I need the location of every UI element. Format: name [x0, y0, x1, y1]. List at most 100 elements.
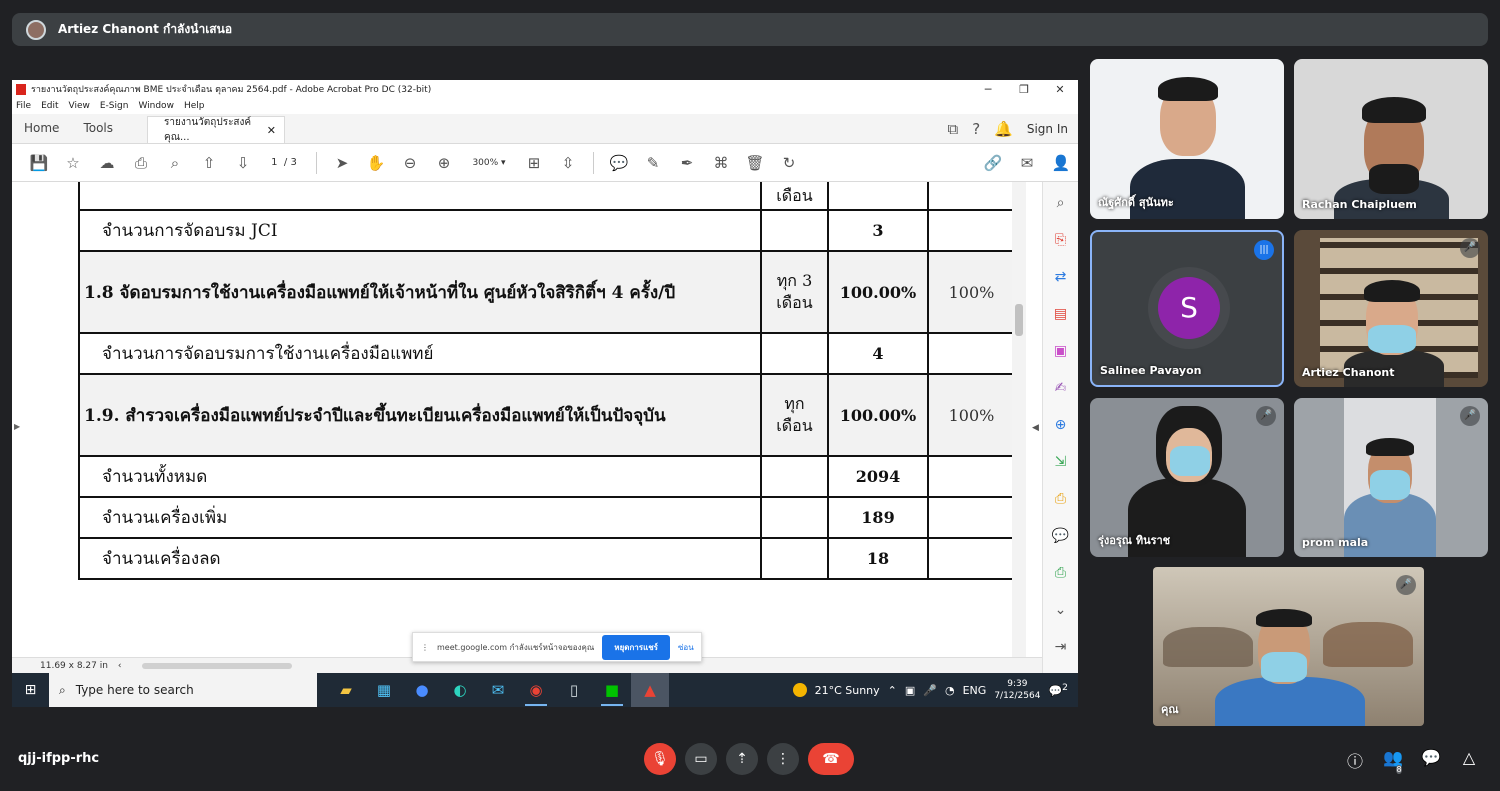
highlight-icon[interactable]: ✎ [636, 154, 670, 172]
horizontal-scrollbar[interactable] [141, 662, 292, 669]
comment-tool-icon[interactable]: 💬 [1050, 523, 1072, 550]
share-user-icon[interactable]: 👤 [1044, 154, 1078, 172]
chrome-icon[interactable]: ◉ [517, 673, 555, 707]
participant-tile[interactable]: 🎤 รุ่งอรุณ ทินราช [1090, 398, 1284, 557]
close-icon[interactable]: ✕ [1042, 83, 1078, 96]
sign-in-button[interactable]: Sign In [1027, 122, 1068, 136]
restore-icon[interactable]: ❐ [1006, 83, 1042, 96]
minimize-icon[interactable]: ─ [970, 83, 1006, 96]
document-view[interactable]: ▶ เดือน จำนวนการจัดอบรม JCI 3 1.8 จัดอบร… [12, 182, 1042, 657]
page-down-icon[interactable]: ⇩ [226, 154, 260, 172]
close-tab-icon[interactable]: ✕ [267, 124, 276, 137]
organize-pages-icon[interactable]: ▤ [1050, 301, 1072, 328]
compress-icon[interactable]: ⇲ [1050, 449, 1072, 476]
taskbar-search[interactable]: ⌕ Type here to search [49, 673, 317, 707]
more-tools-icon[interactable]: ⌄ [1050, 597, 1072, 624]
menu-file[interactable]: File [16, 101, 31, 111]
edit-pdf-icon[interactable]: ▣ [1050, 338, 1072, 365]
meeting-code[interactable]: qjj-ifpp-rhc [18, 751, 99, 766]
fill-sign-icon[interactable]: ✍ [1050, 375, 1072, 402]
meet-tray-icon[interactable]: ▣ [905, 684, 915, 697]
vertical-scrollbar[interactable] [1012, 182, 1026, 657]
hand-tool-icon[interactable]: ✋ [359, 154, 393, 172]
left-panel-arrow-icon[interactable]: ▶ [14, 422, 20, 431]
star-icon[interactable]: ☆ [56, 154, 90, 172]
people-icon[interactable]: 👥8 [1382, 748, 1404, 787]
participant-tile[interactable]: ณัฐศักดิ์ สุนันทะ [1090, 59, 1284, 219]
mail-icon[interactable]: ✉ [479, 673, 517, 707]
print-production-icon[interactable]: ⎙ [1050, 560, 1072, 587]
tab-document[interactable]: รายงานวัตถุประสงค์คุณ... ✕ [147, 116, 285, 143]
zoom-app-icon[interactable]: ● [403, 673, 441, 707]
draw-icon[interactable]: ✒ [670, 154, 704, 172]
participant-tile[interactable]: Rachan Chaipluem [1294, 59, 1488, 219]
line-app-icon[interactable]: ■ [593, 673, 631, 707]
microphone-icon[interactable]: 🎤 [923, 684, 937, 697]
zoom-out-icon[interactable]: ⊖ [393, 154, 427, 172]
print-icon[interactable]: ⎙ [124, 154, 158, 172]
hide-button[interactable]: ซ่อน [678, 641, 694, 654]
more-options-button[interactable]: ⋮ [767, 743, 799, 775]
chat-icon[interactable]: 💬 [1420, 748, 1442, 787]
page-indicator[interactable]: 1 / 3 [260, 157, 308, 168]
self-view-tile[interactable]: 🎤 คุณ [1153, 567, 1424, 726]
participant-tile[interactable]: 🎤 Artiez Chanont [1294, 230, 1488, 387]
collapse-panel-icon[interactable]: ◀ [1032, 423, 1039, 433]
end-call-button[interactable]: ☎ [808, 743, 854, 775]
help-icon[interactable]: ? [972, 120, 980, 138]
weather-text[interactable]: 21°C Sunny [815, 684, 880, 697]
share-screen-icon[interactable]: ⧉ [947, 120, 958, 138]
camera-button[interactable]: ▭ [685, 743, 717, 775]
email-icon[interactable]: ✉ [1010, 154, 1044, 172]
menu-edit[interactable]: Edit [41, 101, 58, 111]
participant-tile[interactable]: S ||| Salinee Pavayon [1090, 230, 1284, 387]
meeting-info-icon[interactable]: ⓘ [1344, 748, 1366, 787]
link-icon[interactable]: 🔗 [976, 154, 1010, 172]
scroll-mode-icon[interactable]: ⇳ [551, 154, 585, 172]
expand-pane-icon[interactable]: ⇥ [1050, 634, 1072, 661]
scan-icon[interactable]: ⎙ [1050, 486, 1072, 513]
save-icon[interactable]: 💾 [22, 154, 56, 172]
combine-files-icon[interactable]: ⊕ [1050, 412, 1072, 439]
present-screen-button[interactable]: ⇡ [726, 743, 758, 775]
language-indicator[interactable]: ENG [963, 684, 987, 697]
rotate-icon[interactable]: ↻ [772, 154, 806, 172]
tab-tools[interactable]: Tools [83, 121, 127, 143]
bell-icon[interactable]: 🔔 [994, 120, 1013, 138]
file-explorer-icon[interactable]: ▰ [327, 673, 365, 707]
scrollbar-thumb[interactable] [1015, 304, 1023, 336]
phone-icon[interactable]: ▯ [555, 673, 593, 707]
menu-help[interactable]: Help [184, 101, 205, 111]
activities-icon[interactable]: △ [1458, 748, 1480, 787]
edge-icon[interactable]: ◐ [441, 673, 479, 707]
chevron-up-icon[interactable]: ⌃ [888, 684, 897, 697]
page-up-icon[interactable]: ⇧ [192, 154, 226, 172]
export-pdf-icon[interactable]: ⇄ [1050, 264, 1072, 291]
zoom-in-icon[interactable]: ⊕ [427, 154, 461, 172]
cloud-upload-icon[interactable]: ☁ [90, 154, 124, 172]
network-icon[interactable]: ◔ [945, 684, 955, 697]
clock[interactable]: 9:39 7/12/2564 [994, 678, 1040, 702]
microphone-off-button[interactable]: 🎙 [644, 743, 676, 775]
zoom-search-icon[interactable]: ⌕ [1050, 190, 1072, 217]
notification-icon[interactable]: 💬2 [1048, 682, 1068, 698]
drag-handle-icon[interactable]: ⋮ [421, 643, 429, 652]
store-icon[interactable]: ▦ [365, 673, 403, 707]
scroll-left-icon[interactable]: ‹ [118, 661, 122, 671]
windows-start-icon[interactable]: ⊞ [12, 682, 49, 698]
stamp-icon[interactable]: ⌘ [704, 154, 738, 172]
comment-icon[interactable]: 💬 [602, 154, 636, 172]
trash-icon[interactable]: 🗑 [738, 154, 772, 172]
tab-home[interactable]: Home [24, 121, 73, 143]
select-cursor-icon[interactable]: ➤ [325, 154, 359, 172]
acrobat-taskbar-icon[interactable]: ▲ [631, 673, 669, 707]
fit-page-icon[interactable]: ⊞ [517, 154, 551, 172]
stop-sharing-button[interactable]: หยุดการแชร์ [602, 634, 670, 660]
zoom-dropdown[interactable]: 300% ▾ [461, 158, 517, 168]
menu-window[interactable]: Window [138, 101, 174, 111]
menu-view[interactable]: View [69, 101, 90, 111]
participant-tile[interactable]: 🎤 prom mala [1294, 398, 1488, 557]
search-icon[interactable]: ⌕ [158, 154, 192, 172]
create-pdf-icon[interactable]: ⎘ [1050, 227, 1072, 254]
page-current[interactable]: 1 [271, 157, 277, 168]
